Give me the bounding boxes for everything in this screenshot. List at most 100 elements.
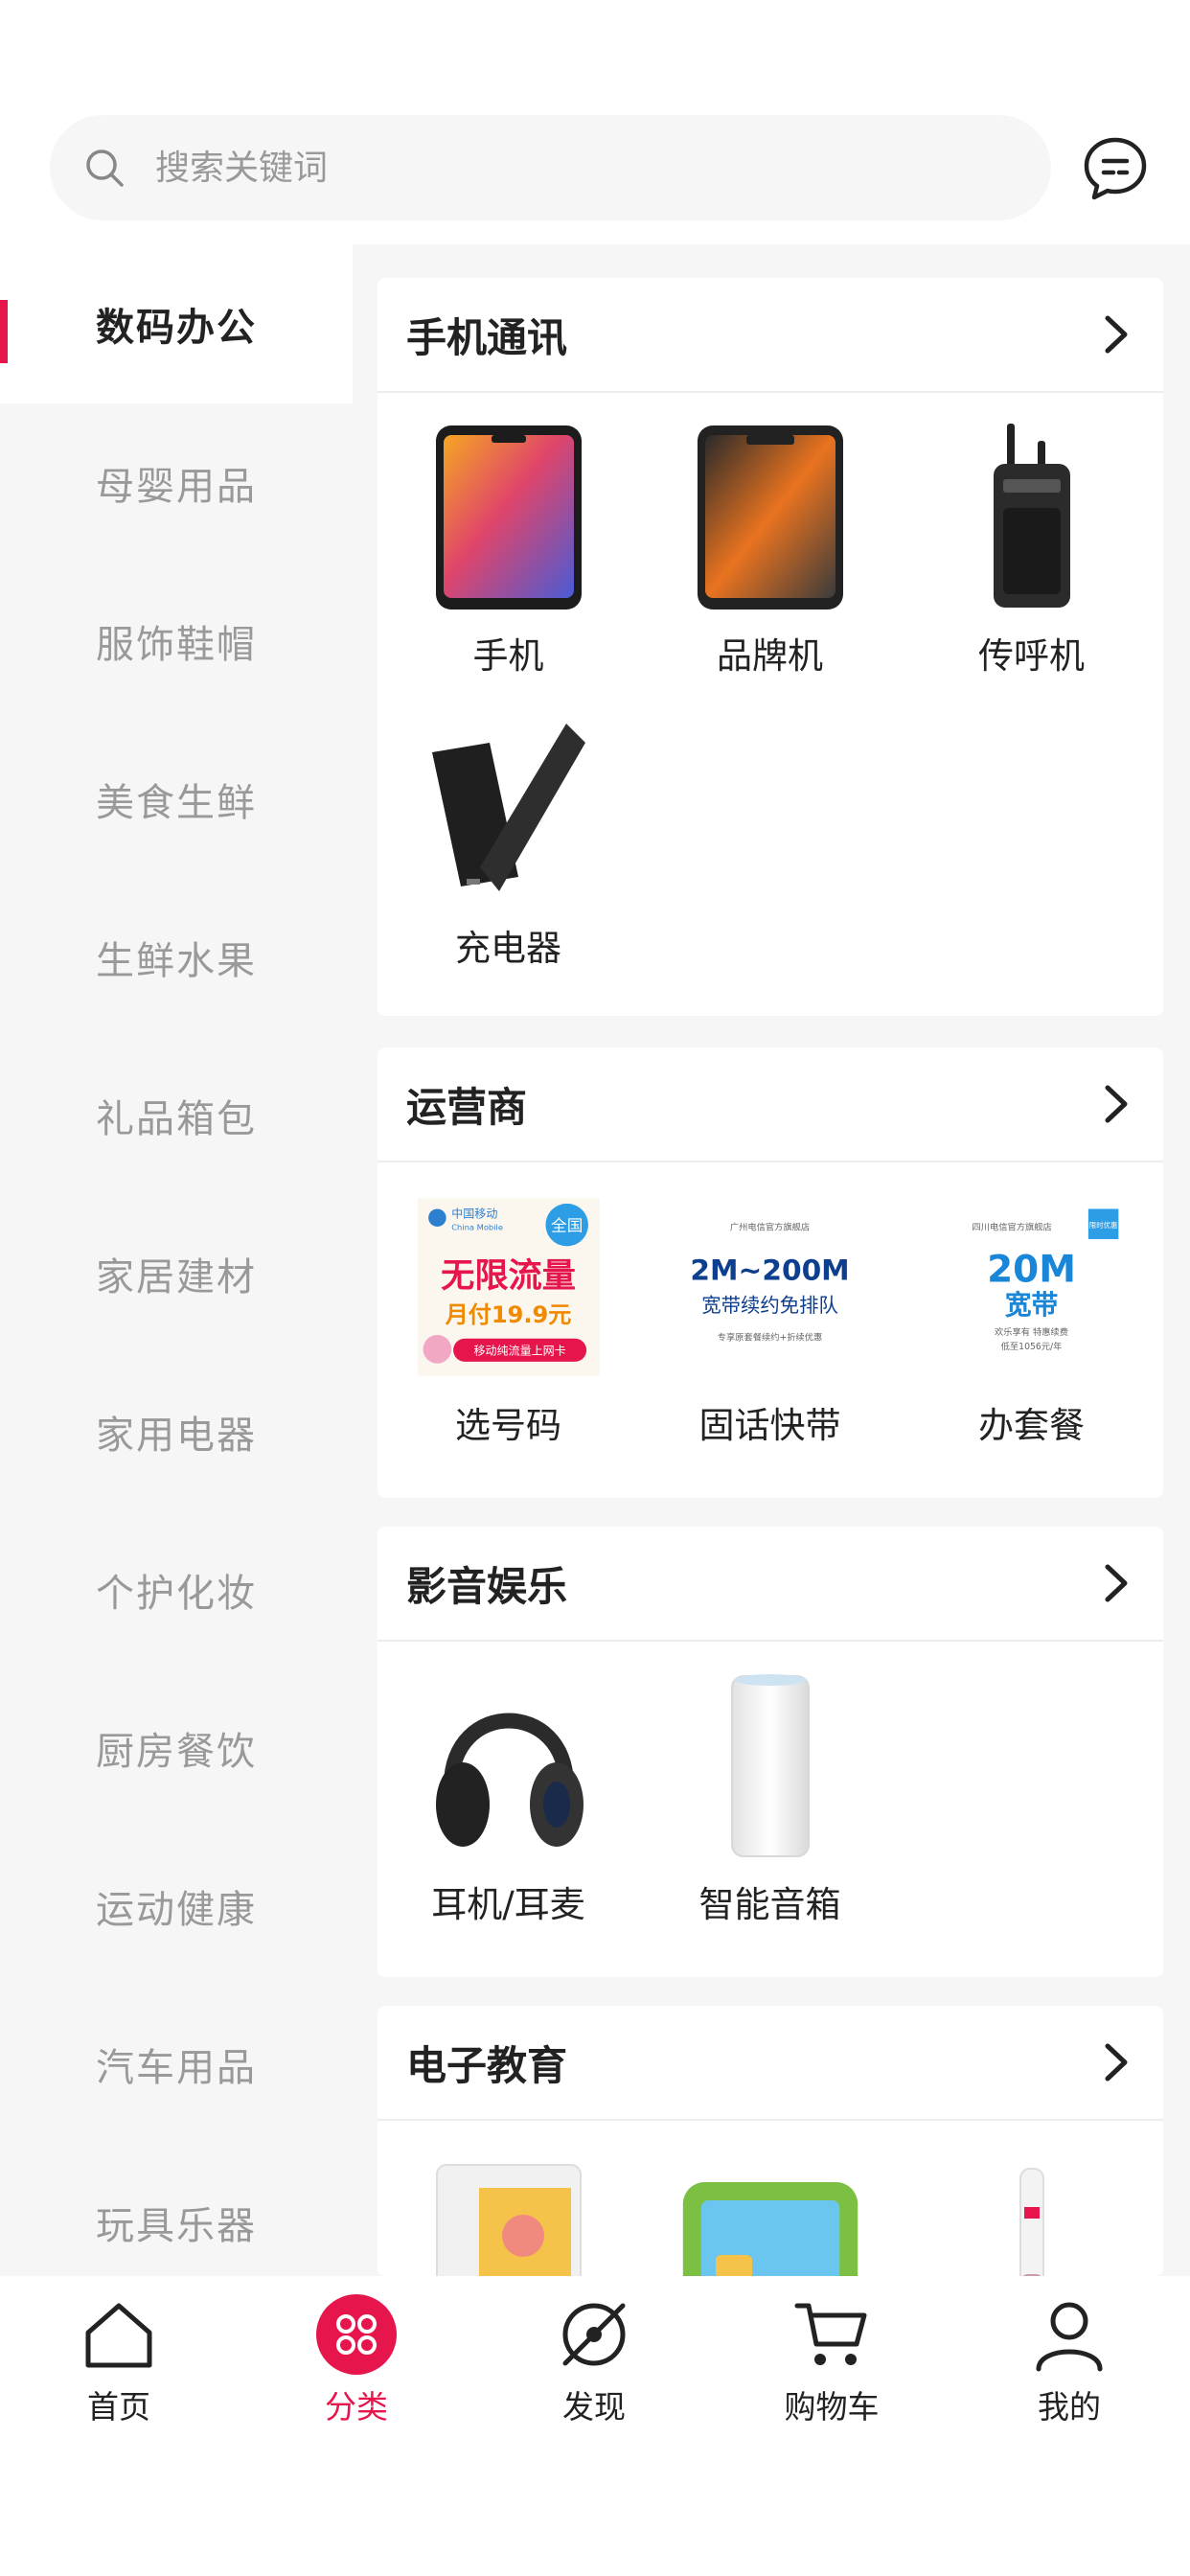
tab-category[interactable]: 分类 (238, 2293, 475, 2427)
sidebar-item-digital-office[interactable]: 数码办公 (0, 244, 353, 403)
grid-item[interactable]: 耳机/耳麦 (378, 1670, 639, 1927)
section-header[interactable]: 运营商 (378, 1047, 1163, 1162)
banner-brand-en: China Mobile (451, 1223, 503, 1232)
grid-item[interactable]: 传呼机 (901, 422, 1162, 678)
package-banner: 四川电信官方旗舰店 限时优惠 20M 宽带 欢乐享有 特惠续费 低至1056元/… (940, 1191, 1123, 1383)
grid-item-label: 手机 (472, 635, 544, 677)
tab-label: 我的 (1038, 2388, 1101, 2426)
tab-discover[interactable]: 发现 (475, 2293, 713, 2427)
section-title: 影音娱乐 (406, 1562, 568, 1610)
grid-item-label: 智能音箱 (698, 1884, 841, 1925)
category-sidebar: 数码办公 母婴用品 服饰鞋帽 美食生鲜 生鲜水果 礼品箱包 家居建材 家用电器 … (0, 244, 353, 2276)
grid-item[interactable]: 广州电信官方旗舰店 2M~200M 宽带续约免排队 专享原套餐续约+折续优惠 固… (639, 1191, 901, 1448)
section-title: 电子教育 (406, 2041, 568, 2089)
charger-image (418, 714, 600, 906)
banner-shop: 四川电信官方旗舰店 (972, 1222, 1051, 1233)
tab-label: 首页 (87, 2388, 150, 2426)
grid-item[interactable]: 手机 (378, 422, 639, 678)
banner-headline: 20M (987, 1248, 1076, 1291)
brand-phone-image (679, 422, 861, 613)
phone-image (418, 422, 600, 613)
section-av-entertainment: 影音娱乐 耳机/耳麦 智能音箱 (378, 1527, 1163, 1977)
section-header[interactable]: 手机通讯 (378, 278, 1163, 393)
message-icon[interactable] (1081, 134, 1150, 203)
grid-item-label: 传呼机 (978, 635, 1085, 677)
chevron-right-icon (1105, 1564, 1128, 1602)
grid-item[interactable] (901, 2159, 1162, 2276)
section-header[interactable]: 电子教育 (378, 2006, 1163, 2121)
sidebar-item-food-fresh[interactable]: 美食生鲜 (0, 720, 353, 879)
broadband-banner: 广州电信官方旗舰店 2M~200M 宽带续约免排队 专享原套餐续约+折续优惠 (678, 1191, 861, 1383)
sidebar-item-maternal-baby[interactable]: 母婴用品 (0, 403, 353, 563)
tab-profile[interactable]: 我的 (950, 2293, 1188, 2427)
sidebar-item-label: 美食生鲜 (96, 781, 257, 825)
sidebar-item-label: 礼品箱包 (96, 1097, 257, 1141)
grid-item[interactable]: 中国移动 China Mobile 全国 无限流量 月付19.9元 移动纯流量上… (378, 1191, 639, 1448)
sidebar-item-label: 母婴用品 (96, 465, 257, 509)
home-icon (78, 2293, 160, 2376)
sidebar-item-label: 服饰鞋帽 (96, 623, 257, 667)
chevron-right-icon (1105, 2043, 1128, 2082)
sidebar-item-label: 家居建材 (96, 1255, 257, 1300)
section-mobile: 手机通讯 手机 品牌机 传呼机 充电器 (378, 278, 1163, 1016)
discover-icon (553, 2293, 635, 2376)
grid-item[interactable]: 四川电信官方旗舰店 限时优惠 20M 宽带 欢乐享有 特惠续费 低至1056元/… (901, 1191, 1162, 1448)
sidebar-item-label: 运动健康 (96, 1888, 257, 1932)
sidebar-item-apparel[interactable]: 服饰鞋帽 (0, 562, 353, 721)
section-carrier: 运营商 中国移动 China Mobile 全国 无限流量 月付19.9元 移动… (378, 1047, 1163, 1498)
grid-item[interactable] (639, 2159, 901, 2276)
search-icon (86, 150, 124, 187)
grid-item[interactable]: 智能音箱 (639, 1670, 901, 1927)
china-mobile-banner: 中国移动 China Mobile 全国 无限流量 月付19.9元 移动纯流量上… (417, 1191, 600, 1383)
grid-item-label: 品牌机 (717, 635, 823, 677)
grid-item[interactable]: 充电器 (378, 714, 639, 971)
tab-label: 发现 (562, 2388, 626, 2426)
chevron-right-icon (1105, 1085, 1128, 1123)
sidebar-item-toys-instruments[interactable]: 玩具乐器 (0, 2143, 353, 2276)
learning-tablet-image (418, 2159, 600, 2276)
section-header[interactable]: 影音娱乐 (378, 1527, 1163, 1642)
sidebar-item-auto[interactable]: 汽车用品 (0, 1985, 353, 2144)
sidebar-item-gifts-bags[interactable]: 礼品箱包 (0, 1036, 353, 1195)
sidebar-item-kitchen[interactable]: 厨房餐饮 (0, 1668, 353, 1828)
banner-corner: 限时优惠 (1088, 1220, 1117, 1230)
sidebar-item-label: 个护化妆 (96, 1572, 257, 1616)
banner-sub: 宽带 (1004, 1289, 1058, 1321)
sidebar-item-sports-health[interactable]: 运动健康 (0, 1827, 353, 1986)
banner-price: 月付19.9元 (444, 1301, 571, 1328)
kids-tablet-image (679, 2159, 861, 2276)
banner-brand: 中国移动 (451, 1207, 497, 1221)
chevron-right-icon (1105, 315, 1128, 354)
banner-tag: 全国 (551, 1217, 583, 1235)
banner-sub: 宽带续约免排队 (701, 1294, 838, 1317)
grid-item-label: 办套餐 (978, 1405, 1085, 1446)
sidebar-item-appliances[interactable]: 家用电器 (0, 1352, 353, 1511)
sidebar-item-fresh-fruit[interactable]: 生鲜水果 (0, 878, 353, 1037)
tab-label: 购物车 (784, 2388, 880, 2426)
user-icon (1028, 2293, 1110, 2376)
reading-pen-image (941, 2159, 1123, 2276)
section-title: 手机通讯 (406, 313, 568, 361)
sidebar-item-label: 家用电器 (96, 1414, 257, 1458)
grid-item[interactable]: 品牌机 (639, 422, 901, 678)
banner-foot: 欢乐享有 特惠续费 (995, 1326, 1068, 1338)
search-input[interactable] (155, 148, 970, 188)
tab-home[interactable]: 首页 (0, 2293, 238, 2427)
category-content: 手机通讯 手机 品牌机 传呼机 充电器 运营商 中国移动 China Mobil… (353, 244, 1190, 2276)
sidebar-item-personal-care[interactable]: 个护化妆 (0, 1510, 353, 1669)
banner-headline: 2M~200M (690, 1254, 849, 1287)
walkie-talkie-image (941, 422, 1123, 613)
section-e-education: 电子教育 (378, 2006, 1163, 2276)
banner-foot: 专享原套餐续约+折续优惠 (717, 1332, 822, 1344)
search-bar[interactable] (50, 115, 1051, 220)
banner-headline: 无限流量 (441, 1256, 576, 1296)
headphones-image (418, 1670, 600, 1862)
grid-item-label: 耳机/耳麦 (431, 1884, 585, 1925)
tab-cart[interactable]: 购物车 (713, 2293, 950, 2427)
sidebar-item-label: 生鲜水果 (96, 939, 257, 983)
banner-shop: 广州电信官方旗舰店 (729, 1222, 809, 1233)
banner-foot: 移动纯流量上网卡 (473, 1344, 565, 1357)
sidebar-item-home-building[interactable]: 家居建材 (0, 1194, 353, 1353)
smart-speaker-image (679, 1670, 861, 1862)
grid-item[interactable] (378, 2159, 639, 2276)
